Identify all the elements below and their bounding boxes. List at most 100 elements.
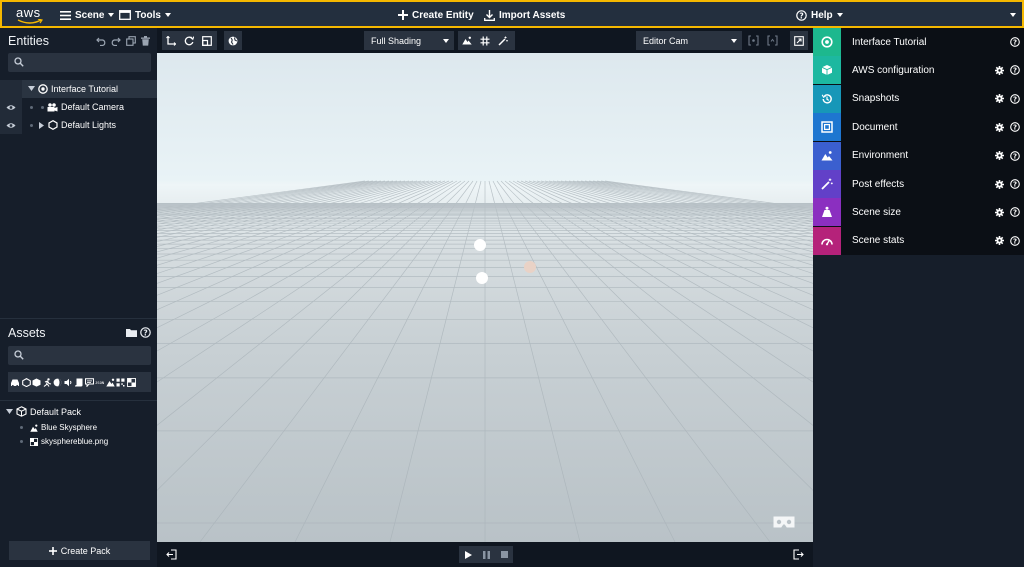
- gear-icon[interactable]: [995, 94, 1004, 104]
- help-circle-icon[interactable]: ?: [1010, 207, 1020, 218]
- help-circle-icon[interactable]: ?: [1010, 235, 1020, 246]
- create-entity-button[interactable]: Create Entity: [398, 8, 474, 22]
- caret-down-icon: [836, 13, 843, 17]
- panel-item-icon-box: [813, 141, 841, 170]
- gear-icon[interactable]: [995, 236, 1004, 246]
- scene-menu[interactable]: Scene: [60, 8, 115, 22]
- hamburger-icon: [60, 10, 71, 20]
- world-space-button[interactable]: [224, 31, 242, 50]
- camera-select[interactable]: Editor Cam: [636, 31, 742, 50]
- comment-icon[interactable]: [84, 377, 94, 387]
- tree-item-interface-tutorial[interactable]: Interface Tutorial: [28, 84, 118, 94]
- help-circle-icon[interactable]: ?: [1010, 179, 1020, 189]
- json-icon[interactable]: JSON: [95, 378, 104, 387]
- target-icon: [38, 84, 48, 94]
- panel-item-label: Post effects: [852, 178, 905, 190]
- panel-item-document[interactable]: Document?: [813, 113, 1024, 142]
- cube-icon[interactable]: [32, 378, 41, 387]
- asset-pack-default[interactable]: Default Pack: [6, 406, 81, 417]
- help-circle-icon[interactable]: ?: [1010, 122, 1020, 133]
- scene-viewport[interactable]: [157, 53, 813, 542]
- tools-menu[interactable]: Tools: [119, 8, 171, 22]
- overflow-menu-button[interactable]: [1010, 8, 1016, 22]
- entities-search-input[interactable]: [8, 53, 151, 72]
- gear-icon[interactable]: [995, 179, 1004, 189]
- gear-icon[interactable]: [995, 65, 1004, 75]
- mountain-icon: [30, 424, 38, 432]
- eye-icon[interactable]: [6, 122, 16, 129]
- fullscreen-button[interactable]: [790, 31, 808, 50]
- help-circle-icon[interactable]: ?: [140, 327, 151, 338]
- assets-search-input[interactable]: [8, 346, 151, 365]
- pause-button[interactable]: [477, 546, 495, 563]
- script-icon[interactable]: [74, 378, 83, 387]
- duplicate-icon[interactable]: [126, 36, 136, 46]
- panel-item-scene-stats[interactable]: Scene stats?: [813, 226, 1024, 255]
- tree-item-label: Default Camera: [61, 102, 125, 112]
- rotate-icon: [184, 35, 194, 45]
- panel-item-actions: ?: [995, 65, 1020, 76]
- import-assets-button[interactable]: Import Assets: [484, 8, 565, 22]
- move-tool-button[interactable]: [162, 31, 180, 50]
- gear-icon[interactable]: [995, 122, 1004, 132]
- asset-item-skysphereblue-png[interactable]: skysphereblue.png: [20, 437, 108, 446]
- qr-icon[interactable]: [116, 378, 125, 387]
- camera-gizmo[interactable]: [522, 259, 538, 275]
- folder-icon[interactable]: [126, 328, 137, 337]
- stop-button[interactable]: [495, 546, 513, 563]
- wand-icon: [821, 178, 833, 190]
- fullscreen-icon-wrap: [790, 31, 808, 50]
- shading-mode-select[interactable]: Full Shading: [364, 31, 454, 50]
- redo-icon[interactable]: [111, 36, 121, 46]
- entities-toolbar: [96, 36, 150, 46]
- light-gizmo-2[interactable]: [474, 270, 490, 286]
- panel-item-post-effects[interactable]: Post effects?: [813, 170, 1024, 198]
- help-menu[interactable]: ? Help: [796, 8, 843, 22]
- panel-item-aws-configuration[interactable]: AWS configuration?: [813, 56, 1024, 85]
- toggle-skysphere-button[interactable]: [458, 31, 476, 50]
- hexagon-icon[interactable]: [21, 377, 31, 387]
- weight-icon: [822, 207, 832, 218]
- sphere-icon[interactable]: [53, 378, 62, 387]
- vr-right-eye-button[interactable]: [767, 35, 778, 46]
- speaker-icon[interactable]: [64, 378, 73, 387]
- gear-icon[interactable]: [995, 207, 1004, 217]
- caret-down-icon[interactable]: [6, 408, 13, 415]
- tree-bullet: [30, 123, 33, 127]
- help-circle-icon[interactable]: ?: [1010, 37, 1020, 47]
- toggle-effects-button[interactable]: [494, 31, 512, 50]
- help-circle-icon[interactable]: ?: [1010, 65, 1020, 76]
- car-icon[interactable]: [10, 378, 20, 387]
- help-circle-icon[interactable]: ?: [1010, 93, 1020, 104]
- import-assets-label: Import Assets: [499, 9, 566, 21]
- collapse-left-icon[interactable]: [166, 549, 177, 560]
- gear-icon[interactable]: [995, 151, 1004, 161]
- eye-icon[interactable]: [6, 104, 16, 111]
- collapse-right-icon[interactable]: [793, 549, 804, 560]
- undo-icon[interactable]: [96, 36, 106, 46]
- asset-item-blue-skysphere[interactable]: Blue Skysphere: [20, 423, 97, 432]
- running-person-icon[interactable]: [43, 377, 52, 387]
- rotate-tool-button[interactable]: [180, 31, 198, 50]
- mountain-icon[interactable]: [105, 378, 115, 387]
- vr-left-eye-button[interactable]: [748, 35, 759, 46]
- scale-tool-button[interactable]: [198, 31, 216, 50]
- vr-headset-icon[interactable]: [773, 515, 795, 529]
- light-gizmo-1[interactable]: [472, 237, 488, 253]
- checker-icon[interactable]: [126, 377, 136, 387]
- play-button[interactable]: [459, 546, 477, 563]
- panel-item-environment[interactable]: Environment?: [813, 141, 1024, 170]
- panel-item-snapshots[interactable]: Snapshots?: [813, 84, 1024, 113]
- tree-item-default-camera[interactable]: Default Camera: [30, 102, 124, 112]
- svg-text:?: ?: [1013, 152, 1017, 160]
- caret-right-icon[interactable]: [39, 121, 45, 129]
- panel-item-interface-tutorial[interactable]: Interface Tutorial?: [813, 28, 1024, 56]
- panel-item-scene-size[interactable]: Scene size?: [813, 198, 1024, 227]
- trash-icon[interactable]: [141, 36, 150, 46]
- create-pack-button[interactable]: Create Pack: [9, 541, 150, 560]
- caret-down-icon[interactable]: [28, 86, 35, 92]
- help-circle-icon[interactable]: ?: [1010, 150, 1020, 161]
- tree-item-default-lights[interactable]: Default Lights: [30, 120, 116, 130]
- toggle-grid-button[interactable]: [476, 31, 494, 50]
- tree-bullet: [20, 426, 23, 429]
